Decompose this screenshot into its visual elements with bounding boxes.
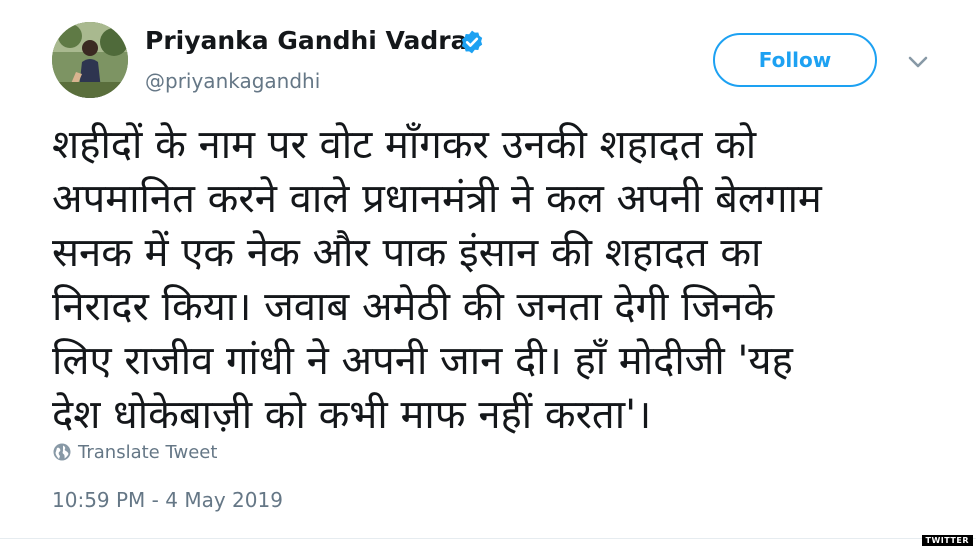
verified-badge-icon <box>461 30 483 54</box>
tweet-text-line: शहीदों के नाम पर वोट माँगकर उनकी शहादत क… <box>52 122 757 168</box>
tweet-text-line: देश धोकेबाज़ी को कभी माफ नहीं करता'। <box>52 392 652 438</box>
divider <box>0 538 976 539</box>
translate-tweet-link[interactable]: Translate Tweet <box>52 440 217 464</box>
tweet-text-line: निरादर किया। जवाब अमेठी की जनता देगी जिन… <box>52 284 775 330</box>
tweet-card: Priyanka Gandhi Vadra @priyankagandhi Fo… <box>0 0 976 549</box>
avatar-image <box>52 22 128 98</box>
chevron-down-icon[interactable] <box>906 52 930 72</box>
tweet-text: शहीदों के नाम पर वोट माँगकर उनकी शहादत क… <box>52 118 952 442</box>
author-handle[interactable]: @priyankagandhi <box>145 69 320 93</box>
tweet-timestamp[interactable]: 10:59 PM - 4 May 2019 <box>52 488 283 512</box>
globe-icon <box>53 443 71 461</box>
tweet-text-line: सनक में एक नेक और पाक इंसान की शहादत का <box>52 230 762 276</box>
tweet-text-line: अपमानित करने वाले प्रधानमंत्री ने कल अपन… <box>52 176 822 222</box>
translate-tweet-label[interactable]: Translate Tweet <box>78 442 217 463</box>
tweet-text-line: लिए राजीव गांधी ने अपनी जान दी। हाँ मोदी… <box>52 338 793 384</box>
follow-button[interactable]: Follow <box>713 33 877 87</box>
watermark-logo: TWITTER <box>921 535 973 546</box>
avatar[interactable] <box>52 22 128 98</box>
author-name[interactable]: Priyanka Gandhi Vadra <box>145 26 468 55</box>
